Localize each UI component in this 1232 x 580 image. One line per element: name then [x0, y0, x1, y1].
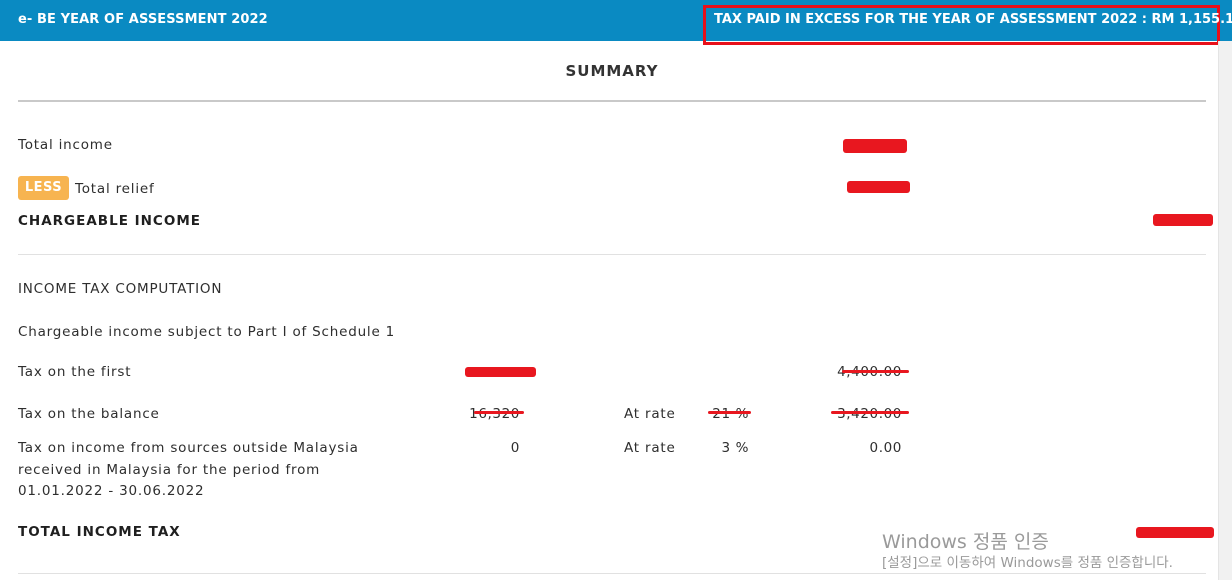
total-income-redaction: [843, 139, 907, 153]
foreign-income-amount: 0: [510, 440, 520, 456]
app-title: e- BE YEAR OF ASSESSMENT 2022: [18, 12, 268, 27]
foreign-income-line-3: 01.01.2022 - 30.06.2022: [18, 483, 205, 499]
computation-title: INCOME TAX COMPUTATION: [18, 281, 223, 297]
header-bar: e- BE YEAR OF ASSESSMENT 2022 TAX PAID I…: [0, 0, 1232, 45]
summary-divider: [18, 100, 1206, 102]
tax-balance-rate: 21 %: [712, 406, 749, 422]
foreign-income-label: Tax on income from sources outside Malay…: [18, 438, 359, 503]
foreign-at-rate-label: At rate: [624, 440, 676, 456]
foreign-income-line-2: received in Malaysia for the period from: [18, 461, 321, 478]
total-relief-label: Total relief: [75, 181, 155, 197]
chargeable-income-redaction: [1153, 214, 1213, 226]
tax-balance-rate-strike: [708, 411, 751, 414]
total-relief-redaction: [847, 181, 910, 193]
foreign-tax: 0.00: [869, 440, 902, 456]
tax-balance-label: Tax on the balance: [18, 406, 160, 422]
tax-balance-tax: 3,420.00: [837, 406, 902, 422]
section-divider: [18, 254, 1206, 255]
tax-first-amount-redaction: [465, 367, 536, 377]
tax-balance-tax-strike: [831, 411, 909, 414]
total-income-tax-redaction: [1136, 527, 1214, 538]
less-badge: LESS: [18, 176, 69, 200]
tax-balance-at-rate-label: At rate: [624, 406, 676, 422]
tax-balance-amount: 16,320: [469, 406, 520, 422]
tax-excess-summary: TAX PAID IN EXCESS FOR THE YEAR OF ASSES…: [714, 12, 1232, 27]
tax-first-label: Tax on the first: [18, 364, 132, 380]
windows-activation-subtitle: [설정]으로 이동하여 Windows를 정품 인증합니다.: [882, 555, 1173, 571]
tax-first-tax-strike: [842, 370, 909, 373]
bottom-divider: [18, 573, 1206, 574]
schedule-subject-label: Chargeable income subject to Part I of S…: [18, 324, 396, 340]
vertical-scrollbar[interactable]: [1218, 41, 1232, 580]
foreign-rate: 3 %: [721, 440, 749, 456]
total-income-label: Total income: [18, 137, 113, 153]
chargeable-income-label: CHARGEABLE INCOME: [18, 213, 201, 229]
summary-title: SUMMARY: [565, 62, 659, 80]
tax-balance-amount-strike: [474, 411, 524, 414]
windows-activation-title: Windows 정품 인증: [882, 531, 1049, 553]
total-income-tax-label: TOTAL INCOME TAX: [18, 524, 181, 540]
foreign-income-line-1: Tax on income from sources outside Malay…: [18, 440, 359, 456]
